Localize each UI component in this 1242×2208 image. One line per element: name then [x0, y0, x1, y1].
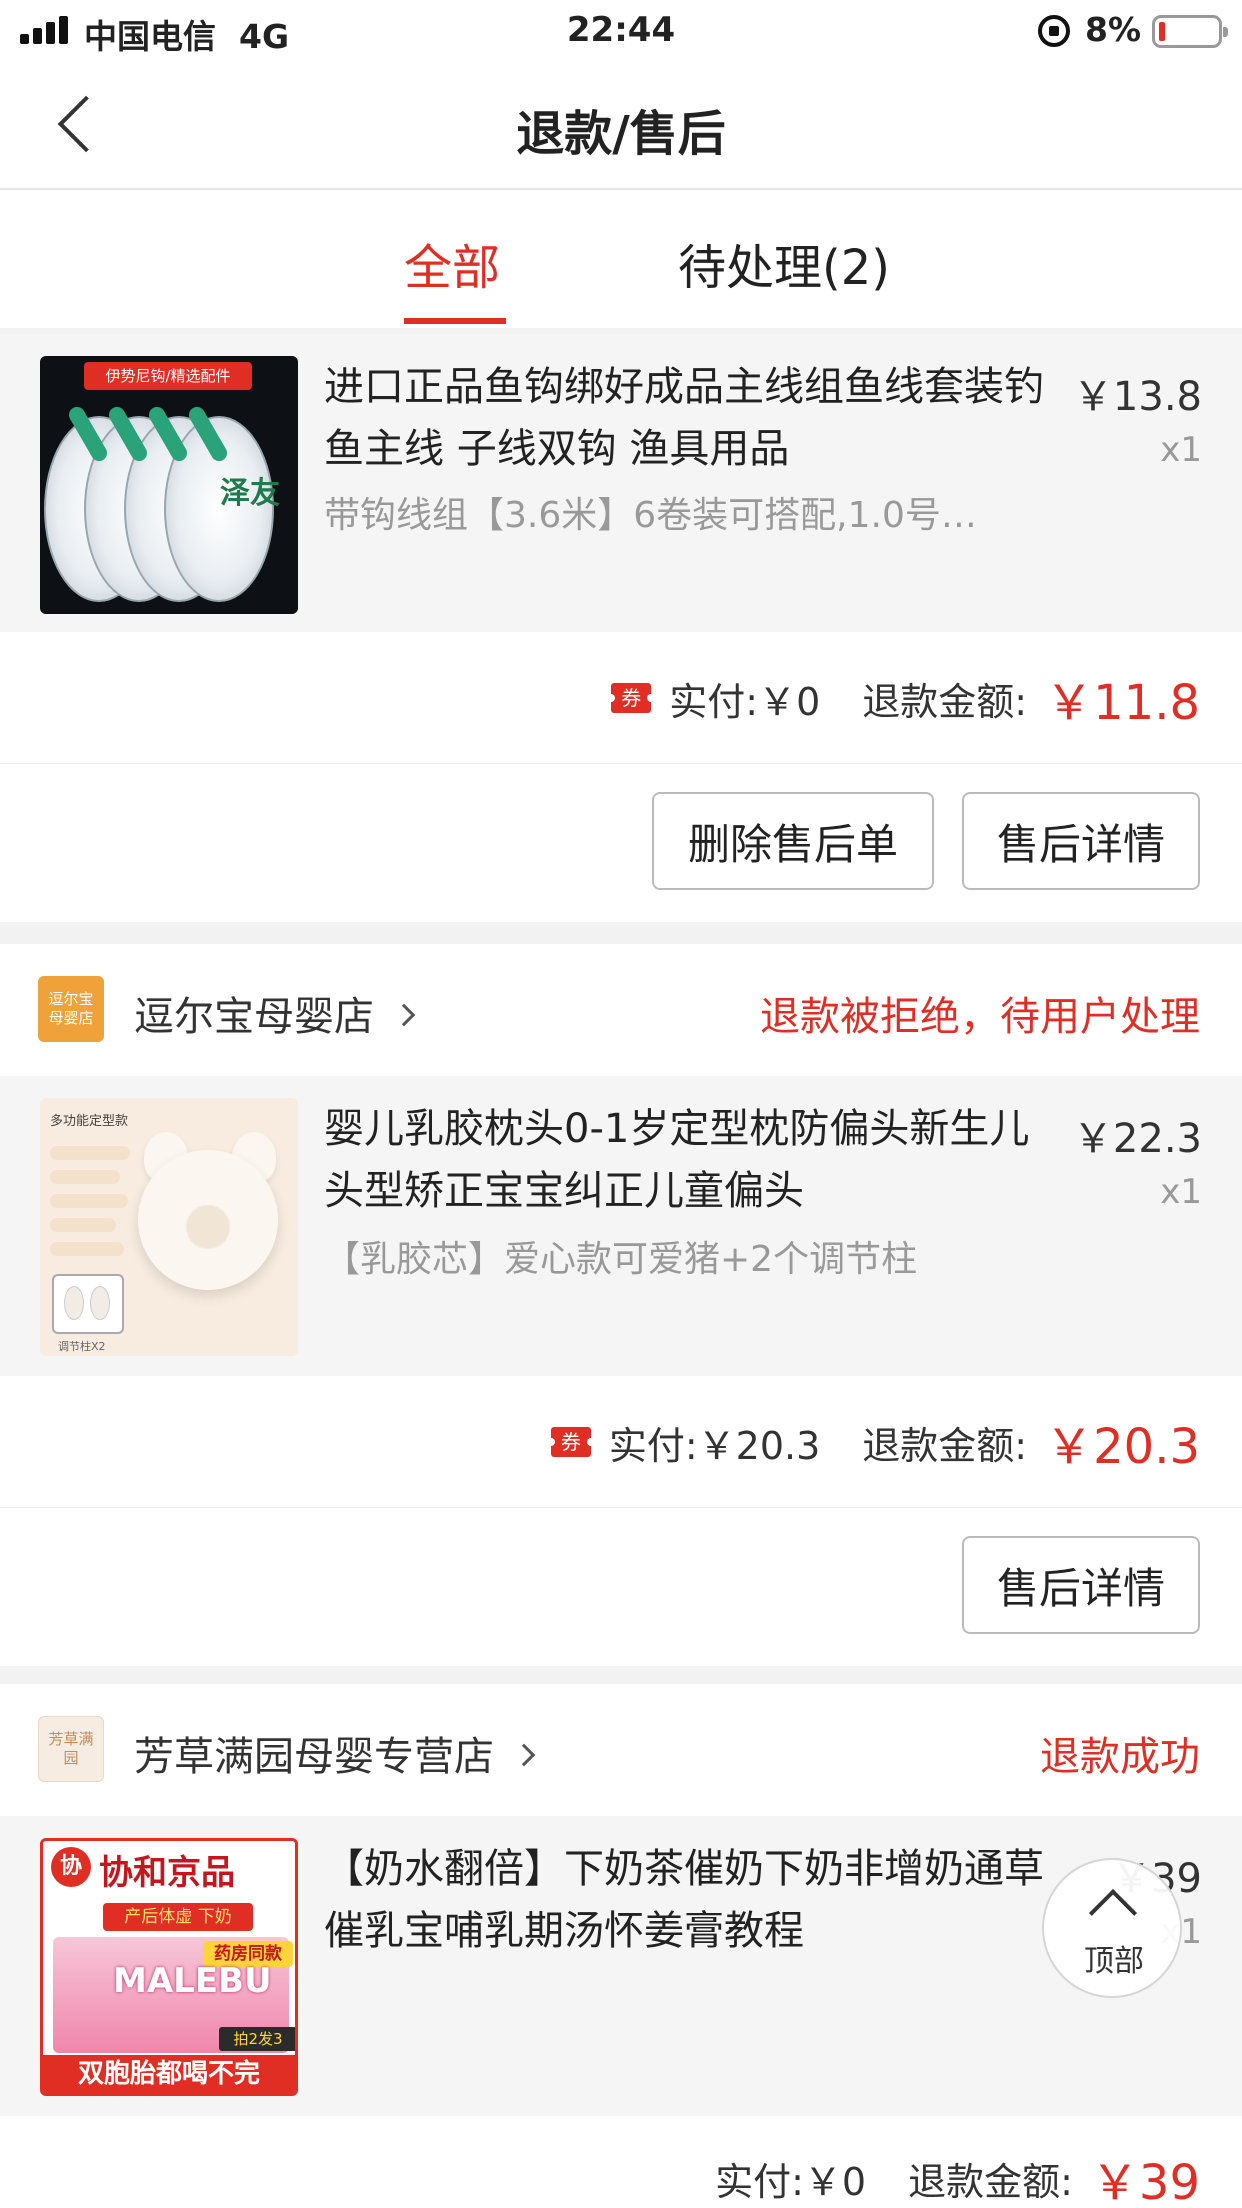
- tab-all[interactable]: 全部: [404, 228, 500, 298]
- paid-label: 实付:: [715, 2159, 804, 2204]
- refund-status: 退款成功: [1040, 1734, 1200, 1780]
- product-thumbnail[interactable]: 多功能定型款 调节柱X2: [40, 1098, 298, 1356]
- thumbnail-banner: 伊势尼钩/精选配件: [84, 362, 252, 390]
- chevron-right-icon: [512, 1743, 536, 1767]
- refund-status: 退款被拒绝，待用户处理: [760, 994, 1200, 1040]
- rotation-lock-icon: [1038, 15, 1070, 47]
- battery-icon: [1152, 15, 1228, 48]
- action-row: 售后详情: [0, 1508, 1242, 1666]
- product-row[interactable]: 多功能定型款 调节柱X2 婴儿乳胶枕头0-1岁定型枕防偏头新生儿头型矫正宝宝纠正…: [0, 1076, 1242, 1376]
- product-quantity: x1: [1160, 1172, 1202, 1212]
- chevron-right-icon: [392, 1003, 416, 1027]
- coupon-icon: 券: [546, 1427, 595, 1457]
- shop-name[interactable]: 芳草满园母婴专营店: [134, 1724, 536, 1782]
- page-title: 退款/售后: [516, 106, 726, 162]
- thumbnail-tag: 多功能定型款: [50, 1114, 129, 1129]
- thumbnail-promo: 拍2发3: [219, 2027, 295, 2051]
- thumbnail-logo: 协: [51, 1847, 91, 1887]
- product-name: 【奶水翻倍】下奶茶催奶下奶非增奶通草催乳宝哺乳期汤怀姜膏教程: [324, 1846, 1044, 1954]
- paid-label: 实付:: [669, 679, 759, 724]
- shop-logo: 逗尔宝母婴店: [38, 976, 104, 1042]
- thumbnail-subtitle: 产后体虚 下奶: [103, 1903, 253, 1931]
- back-to-top-button[interactable]: 顶部: [1042, 1858, 1182, 1998]
- product-row[interactable]: 伊势尼钩/精选配件 泽友 进口正品鱼钩绑好成品主线组鱼线套装钓鱼主线 子线双钩 …: [0, 334, 1242, 632]
- thumbnail-product-name: MALEBU: [113, 1961, 272, 2001]
- delete-aftersale-button[interactable]: 删除售后单: [652, 792, 934, 890]
- paid-amount: ￥0: [758, 679, 821, 724]
- product-price: ￥22.3: [1072, 1116, 1202, 1162]
- shop-logo: 芳草满园: [38, 1716, 104, 1782]
- product-name: 婴儿乳胶枕头0-1岁定型枕防偏头新生儿头型矫正宝宝纠正儿童偏头: [324, 1106, 1030, 1214]
- refund-amount: ￥20.3: [1045, 1419, 1200, 1475]
- refund-label: 退款金额:: [908, 2159, 1073, 2204]
- aftersale-detail-button[interactable]: 售后详情: [962, 1536, 1200, 1634]
- product-thumbnail[interactable]: 伊势尼钩/精选配件 泽友: [40, 356, 298, 614]
- thumbnail-slogan: 双胞胎都喝不完: [43, 2055, 295, 2093]
- refund-label: 退款金额:: [862, 679, 1028, 724]
- shop-header[interactable]: 逗尔宝母婴店 逗尔宝母婴店 退款被拒绝，待用户处理: [0, 944, 1242, 1076]
- tab-pending[interactable]: 待处理(2): [678, 228, 890, 298]
- chevron-up-icon: [1088, 1888, 1138, 1938]
- thumbnail-sublabel: 调节柱X2: [58, 1340, 106, 1353]
- product-price: ￥13.8: [1072, 374, 1202, 420]
- thumbnail-brand: 协和京品: [99, 1853, 235, 1893]
- product-spec: 【乳胶芯】爱心款可爱猪+2个调节柱: [324, 1239, 918, 1280]
- nav-bar: 退款/售后: [0, 62, 1242, 190]
- paid-amount: ￥20.3: [697, 1423, 821, 1468]
- battery-percent: 8%: [1085, 10, 1142, 49]
- product-thumbnail[interactable]: 协 协和京品 产后体虚 下奶 药房同款 MALEBU 拍2发3 双胞胎都喝不完: [40, 1838, 298, 2096]
- amount-row: 券 实付: ￥20.3 退款金额: ￥20.3: [0, 1376, 1242, 1508]
- product-name: 进口正品鱼钩绑好成品主线组鱼线套装钓鱼主线 子线双钩 渔具用品: [324, 364, 1044, 472]
- product-quantity: x1: [1160, 430, 1202, 470]
- refund-amount: ￥11.8: [1045, 675, 1200, 731]
- shop-header[interactable]: 芳草满园 芳草满园母婴专营店 退款成功: [0, 1684, 1242, 1816]
- refund-amount: ￥39: [1090, 2155, 1200, 2208]
- amount-row: 实付: ￥0 退款金额: ￥39: [0, 2116, 1242, 2208]
- aftersale-detail-button[interactable]: 售后详情: [962, 792, 1200, 890]
- tab-bar: 全部 待处理(2): [0, 190, 1242, 328]
- coupon-icon: 券: [607, 683, 656, 713]
- paid-amount: ￥0: [803, 2159, 867, 2204]
- thumbnail-brand: 泽友: [220, 476, 280, 511]
- paid-label: 实付:: [608, 1423, 698, 1468]
- refund-label: 退款金额:: [862, 1423, 1028, 1468]
- shop-name[interactable]: 逗尔宝母婴店: [134, 984, 416, 1042]
- product-spec: 带钩线组【3.6米】6卷装可搭配,1.0号…: [324, 495, 977, 536]
- status-bar: 中国电信 4G 22:44 8%: [0, 0, 1242, 62]
- amount-row: 券 实付: ￥0 退款金额: ￥11.8: [0, 632, 1242, 764]
- action-row: 删除售后单 售后详情: [0, 764, 1242, 922]
- tab-indicator: [404, 318, 506, 324]
- back-to-top-label: 顶部: [1084, 1944, 1144, 1979]
